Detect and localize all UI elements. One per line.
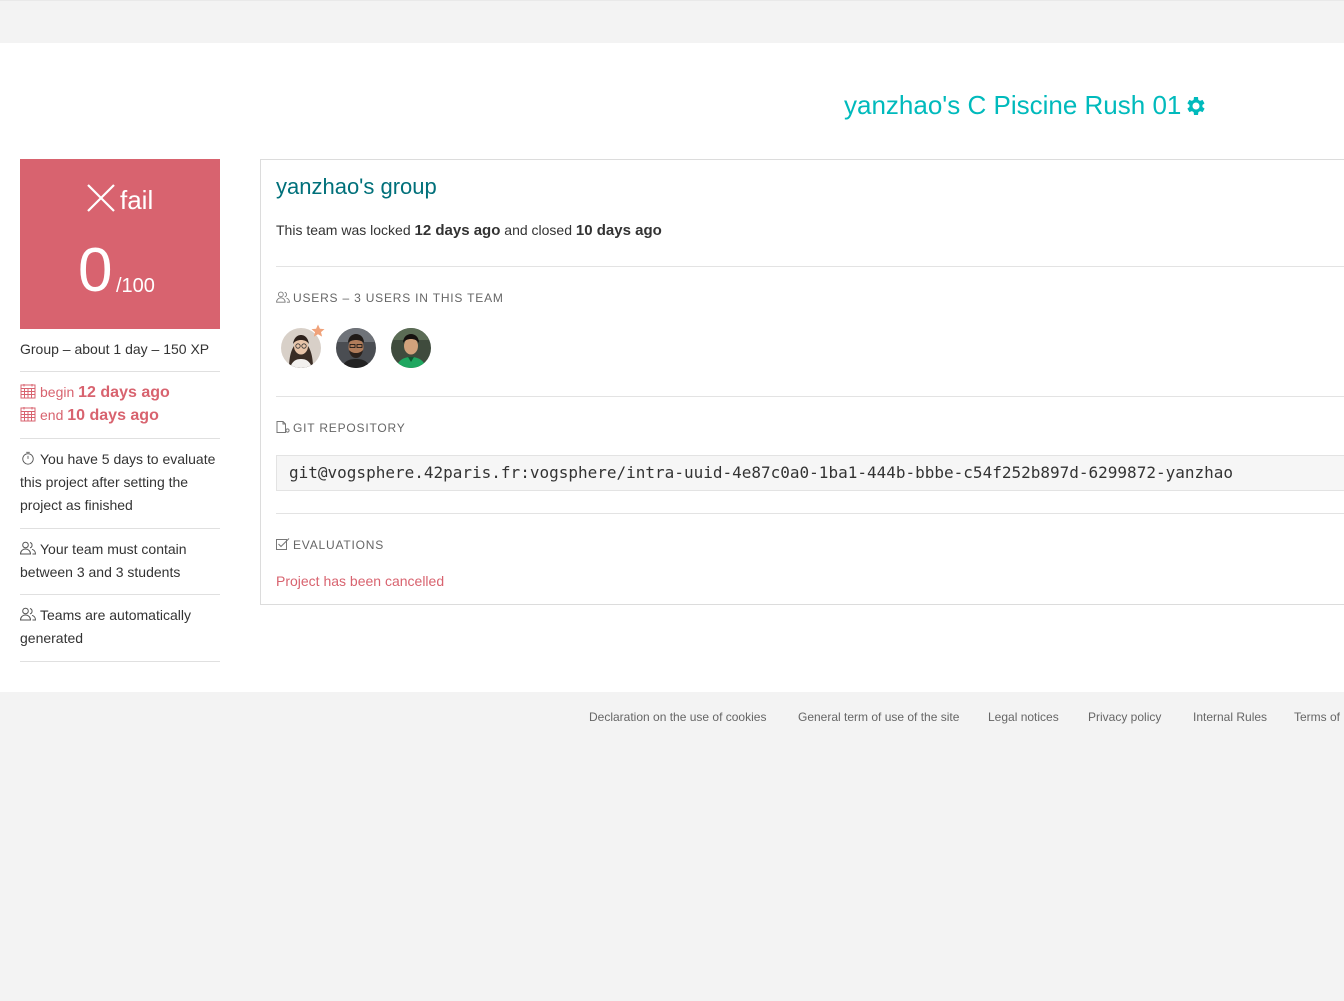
- avatar-member-3[interactable]: [391, 328, 431, 368]
- gear-icon[interactable]: [1183, 94, 1207, 118]
- users-icon: [276, 291, 290, 303]
- footer: Declaration on the use of cookies Genera…: [0, 692, 1344, 1001]
- divider: [20, 594, 220, 595]
- top-navbar: [0, 0, 1344, 43]
- users-icon: [20, 607, 36, 621]
- divider: [20, 661, 220, 662]
- footer-link-terms-of-use[interactable]: Terms of use: [1294, 710, 1344, 724]
- users-section-label: Users – 3 users in this team: [293, 291, 504, 305]
- closed-prefix: and closed: [504, 222, 572, 238]
- locked-value: 12 days ago: [414, 222, 501, 239]
- end-date: end 10 days ago: [20, 404, 220, 427]
- grade-score: 0: [78, 236, 113, 305]
- team-size-note: Your team must contain between 3 and 3 s…: [20, 538, 220, 584]
- auto-teams-note: Teams are automatically generated: [20, 604, 220, 650]
- locked-prefix: This team was locked: [276, 222, 411, 238]
- footer-link-internal-rules[interactable]: Internal Rules: [1193, 710, 1267, 724]
- divider: [20, 438, 220, 439]
- team-panel: yanzhao's group This team was locked 12 …: [260, 159, 1344, 605]
- git-section-label: Git repository: [293, 421, 406, 435]
- main-content: yanzhao's C Piscine Rush 01 fail 0 /100 …: [0, 43, 1344, 692]
- footer-link-cookies[interactable]: Declaration on the use of cookies: [589, 710, 766, 724]
- evaluate-note-text: You have 5 days to evaluate this project…: [20, 451, 216, 513]
- footer-link-privacy-policy[interactable]: Privacy policy: [1088, 710, 1161, 724]
- begin-label: begin: [40, 384, 75, 400]
- evaluations-section-label: Evaluations: [293, 538, 385, 552]
- evaluations-status: Project has been cancelled: [276, 573, 445, 589]
- grade-box: fail 0 /100: [20, 159, 220, 329]
- project-summary: Group – about 1 day – 150 XP: [20, 341, 210, 357]
- evaluate-note: You have 5 days to evaluate this project…: [20, 448, 220, 517]
- calendar-icon: [20, 407, 36, 422]
- page-title: yanzhao's C Piscine Rush 01: [844, 90, 1182, 120]
- user-photo-icon: [336, 328, 376, 368]
- file-icon: [276, 421, 290, 433]
- divider: [20, 528, 220, 529]
- closed-value: 10 days ago: [575, 222, 662, 239]
- team-name: yanzhao's group: [276, 174, 437, 199]
- calendar-icon: [20, 384, 36, 399]
- divider: [276, 266, 1344, 267]
- grade-status: fail: [86, 183, 153, 213]
- git-section-title: Git repository: [276, 421, 406, 435]
- divider: [276, 396, 1344, 397]
- close-icon: [87, 184, 115, 212]
- stopwatch-icon: [22, 451, 34, 465]
- git-url-field[interactable]: git@vogsphere.42paris.fr:vogsphere/intra…: [276, 455, 1344, 491]
- checkbox-icon: [276, 538, 290, 550]
- avatar-member-2[interactable]: [336, 328, 376, 368]
- users-icon: [20, 541, 36, 555]
- users-section-title: Users – 3 users in this team: [276, 291, 504, 305]
- divider: [276, 513, 1344, 514]
- begin-date: begin 12 days ago: [20, 381, 220, 404]
- auto-teams-note-text: Teams are automatically generated: [20, 607, 191, 646]
- team-size-note-text: Your team must contain between 3 and 3 s…: [20, 541, 187, 580]
- end-label: end: [40, 407, 64, 423]
- star-icon: [311, 324, 325, 337]
- grade-max: /100: [116, 275, 155, 297]
- team-lock-status: This team was locked 12 days ago and clo…: [276, 222, 662, 239]
- evaluations-section-title: Evaluations: [276, 538, 384, 552]
- end-value: 10 days ago: [67, 407, 159, 424]
- footer-link-legal-notices[interactable]: Legal notices: [988, 710, 1059, 724]
- user-photo-icon: [391, 328, 431, 368]
- divider: [20, 371, 220, 372]
- footer-link-general-terms[interactable]: General term of use of the site: [798, 710, 959, 724]
- grade-status-label: fail: [120, 185, 154, 215]
- begin-value: 12 days ago: [78, 384, 170, 401]
